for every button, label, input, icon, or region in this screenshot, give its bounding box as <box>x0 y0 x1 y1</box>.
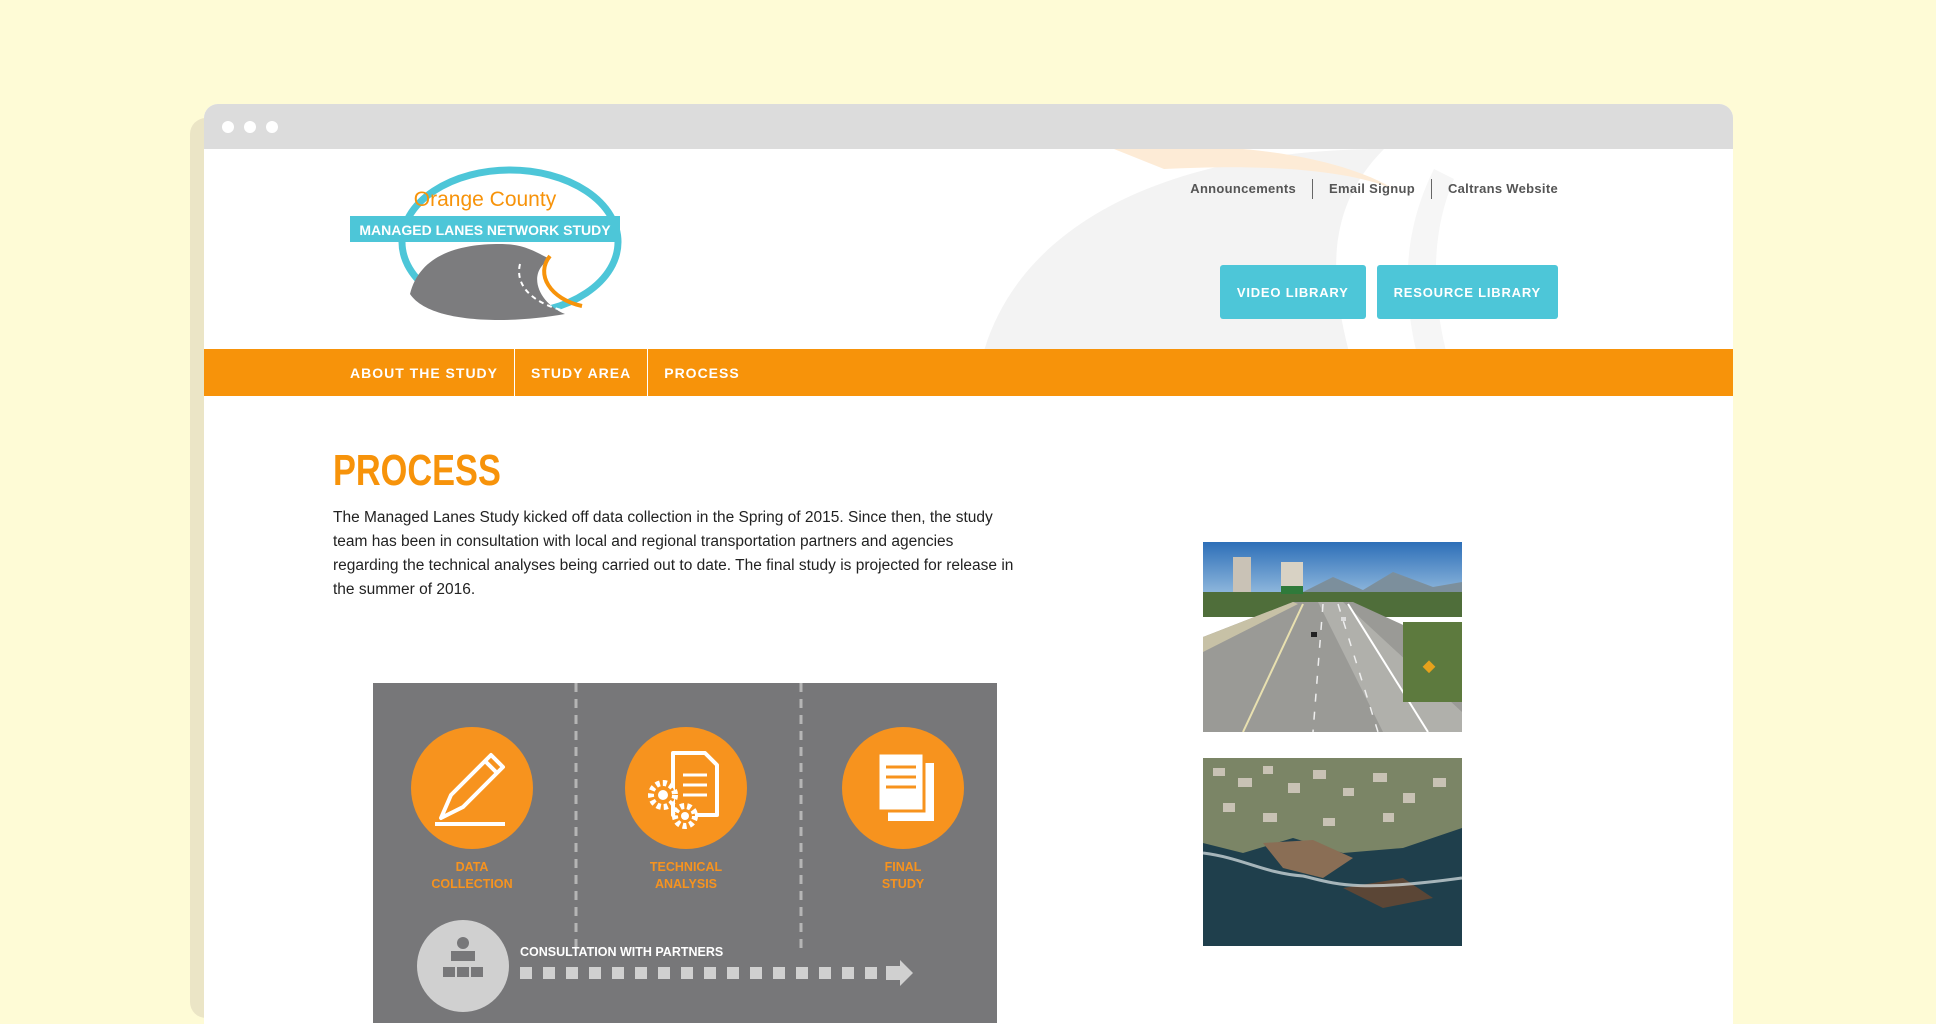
step-label-line1: DATA <box>456 860 489 874</box>
step-label-line2: ANALYSIS <box>655 877 717 891</box>
site-logo[interactable]: Orange County MANAGED LANES NETWORK STUD… <box>350 164 625 324</box>
documents-icon <box>842 727 964 849</box>
logo-line2: MANAGED LANES NETWORK STUDY <box>359 222 611 238</box>
step-label-line1: TECHNICAL <box>650 860 723 874</box>
resource-library-button[interactable]: RESOURCE LIBRARY <box>1376 265 1558 319</box>
main-content: PROCESS The Managed Lanes Study kicked o… <box>204 396 1733 1024</box>
utility-links: Announcements Email Signup Caltrans Webs… <box>1174 179 1558 199</box>
freeway-photo <box>1203 542 1462 732</box>
intro-paragraph: The Managed Lanes Study kicked off data … <box>333 509 1014 598</box>
library-buttons: VIDEO LIBRARY RESOURCE LIBRARY <box>1219 265 1558 319</box>
pencil-icon <box>411 727 533 849</box>
window-dot[interactable] <box>266 121 278 133</box>
consultation-label: CONSULTATION WITH PARTNERS <box>520 945 723 959</box>
site-header: Orange County MANAGED LANES NETWORK STUD… <box>204 149 1733 349</box>
step-label-line2: STUDY <box>882 877 925 891</box>
video-library-button[interactable]: VIDEO LIBRARY <box>1219 265 1366 319</box>
nav-about-the-study[interactable]: ABOUT THE STUDY <box>350 349 514 396</box>
nav-study-area[interactable]: STUDY AREA <box>514 349 647 396</box>
gears-document-icon <box>625 727 747 849</box>
caltrans-website-link[interactable]: Caltrans Website <box>1430 179 1558 199</box>
step-label-line2: COLLECTION <box>431 877 512 891</box>
browser-title-bar <box>204 104 1733 149</box>
email-signup-link[interactable]: Email Signup <box>1312 179 1431 199</box>
window-dot[interactable] <box>222 121 234 133</box>
step-label-line1: FINAL <box>885 860 922 874</box>
nav-process[interactable]: PROCESS <box>647 349 755 396</box>
main-nav: ABOUT THE STUDY STUDY AREA PROCESS <box>204 349 1733 396</box>
partners-icon <box>417 920 509 1012</box>
process-infographic: DATA COLLECTION TECHNICAL ANALYSIS FINAL… <box>373 683 997 1023</box>
page-title: PROCESS <box>333 446 501 495</box>
logo-line1: Orange County <box>414 188 557 211</box>
browser-window: Orange County MANAGED LANES NETWORK STUD… <box>204 104 1733 1024</box>
coastline-photo <box>1203 758 1462 946</box>
window-dot[interactable] <box>244 121 256 133</box>
announcements-link[interactable]: Announcements <box>1174 179 1312 199</box>
